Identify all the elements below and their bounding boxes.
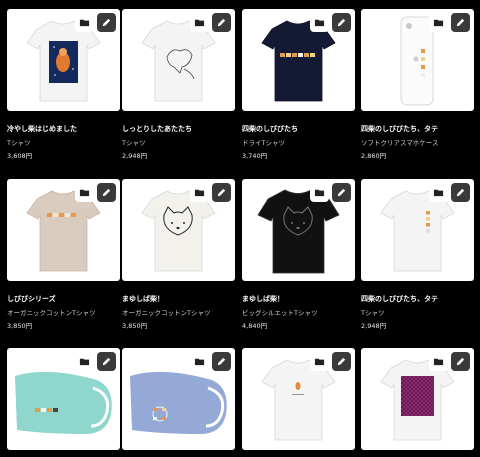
- product-type: Tシャツ: [361, 309, 385, 317]
- pencil-icon: [456, 357, 465, 366]
- product-price: 3,740円: [242, 152, 268, 160]
- edit-button[interactable]: [212, 13, 231, 32]
- product-type: ソフトクリアスマホケース: [361, 139, 439, 147]
- pencil-icon: [456, 188, 465, 197]
- product-price: 2,860円: [361, 152, 387, 160]
- edit-button[interactable]: [332, 183, 351, 202]
- folder-button[interactable]: [75, 183, 94, 202]
- folder-icon: [194, 358, 205, 366]
- folder-icon: [194, 19, 205, 27]
- product-title[interactable]: 四柴のしびびたち、タテ: [361, 124, 438, 134]
- product-type: オーガニックコットンTシャツ: [7, 309, 96, 317]
- pencil-icon: [217, 188, 226, 197]
- product-grid: 冷やし柴はじめました Tシャツ 3,608円 しっとりしたあたたち Tシャツ 2…: [0, 0, 480, 457]
- product-title[interactable]: 冷やし柴はじめました: [7, 124, 77, 134]
- product-price: 3,850円: [122, 322, 148, 330]
- product-type: ドライTシャツ: [242, 139, 285, 147]
- folder-button[interactable]: [429, 13, 448, 32]
- product-type: Tシャツ: [122, 139, 146, 147]
- product-type: オーガニックコットンTシャツ: [122, 309, 211, 317]
- edit-button[interactable]: [97, 13, 116, 32]
- folder-icon: [314, 358, 325, 366]
- folder-button[interactable]: [190, 13, 209, 32]
- product-type: ビッグシルエットTシャツ: [242, 309, 318, 317]
- folder-icon: [194, 189, 205, 197]
- edit-button[interactable]: [97, 352, 116, 371]
- folder-button[interactable]: [429, 352, 448, 371]
- folder-icon: [314, 19, 325, 27]
- pencil-icon: [456, 18, 465, 27]
- folder-icon: [79, 358, 90, 366]
- product-title[interactable]: しっとりしたあたたち: [122, 124, 192, 134]
- folder-button[interactable]: [75, 13, 94, 32]
- product-title[interactable]: しびびシリーズ: [7, 294, 56, 304]
- edit-button[interactable]: [451, 352, 470, 371]
- folder-button[interactable]: [190, 183, 209, 202]
- edit-button[interactable]: [97, 183, 116, 202]
- product-price: 2,948円: [361, 322, 387, 330]
- product-price: 2,948円: [122, 152, 148, 160]
- folder-icon: [433, 358, 444, 366]
- pencil-icon: [102, 188, 111, 197]
- product-type: Tシャツ: [7, 139, 31, 147]
- product-title[interactable]: 四柴のしびびたち、タテ: [361, 294, 438, 304]
- product-price: 4,840円: [242, 322, 268, 330]
- product-price: 3,608円: [7, 152, 33, 160]
- pencil-icon: [217, 357, 226, 366]
- edit-button[interactable]: [212, 352, 231, 371]
- folder-icon: [314, 189, 325, 197]
- product-title[interactable]: まゆしば柴！: [122, 294, 164, 304]
- folder-button[interactable]: [310, 352, 329, 371]
- product-title[interactable]: まゆしば柴！: [242, 294, 284, 304]
- product-price: 3,850円: [7, 322, 33, 330]
- folder-icon: [79, 19, 90, 27]
- pencil-icon: [337, 188, 346, 197]
- pencil-icon: [337, 357, 346, 366]
- pencil-icon: [102, 357, 111, 366]
- product-title[interactable]: 四柴のしびびたち: [242, 124, 298, 134]
- folder-button[interactable]: [429, 183, 448, 202]
- edit-button[interactable]: [451, 183, 470, 202]
- folder-button[interactable]: [75, 352, 94, 371]
- edit-button[interactable]: [332, 352, 351, 371]
- folder-button[interactable]: [190, 352, 209, 371]
- pencil-icon: [217, 18, 226, 27]
- folder-icon: [433, 189, 444, 197]
- folder-icon: [79, 189, 90, 197]
- folder-button[interactable]: [310, 183, 329, 202]
- folder-button[interactable]: [310, 13, 329, 32]
- pencil-icon: [337, 18, 346, 27]
- edit-button[interactable]: [332, 13, 351, 32]
- pencil-icon: [102, 18, 111, 27]
- edit-button[interactable]: [212, 183, 231, 202]
- folder-icon: [433, 19, 444, 27]
- edit-button[interactable]: [451, 13, 470, 32]
